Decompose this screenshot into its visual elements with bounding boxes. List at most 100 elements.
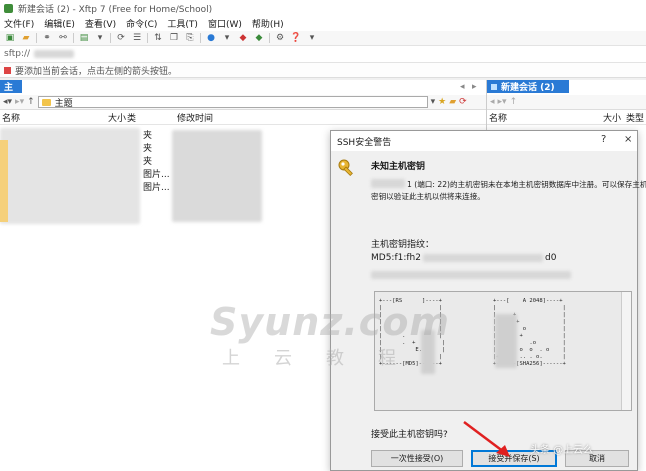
up-icon[interactable]: ↑ <box>27 97 35 107</box>
col-name[interactable]: 名称 <box>2 111 20 124</box>
right-pane-tab[interactable]: 新建会话 (2) <box>487 80 569 93</box>
md5-fingerprint: MD5:f1:fh2 d0 <box>371 253 556 263</box>
right-pane-nav: ◂ ▸▾ ↑ <box>487 95 646 110</box>
dialog-message-line1: 1 (端口: 22)的主机密钥未在本地主机密钥数据库中注册。可以保存主机 <box>407 180 646 189</box>
transfer-icon[interactable]: ▤ <box>78 33 90 44</box>
menu-bar: 文件(F) 编辑(E) 查看(V) 命令(C) 工具(T) 窗口(W) 帮助(H… <box>0 16 646 31</box>
menu-tools[interactable]: 工具(T) <box>167 17 198 30</box>
accept-question: 接受此主机密钥吗? <box>371 430 448 440</box>
menu-command[interactable]: 命令(C) <box>126 17 157 30</box>
disconnect-icon[interactable]: ⚯ <box>57 33 69 44</box>
refresh-icon[interactable]: ⟳ <box>459 97 467 107</box>
chevron-down-icon[interactable]: ▾ <box>221 33 233 44</box>
fingerprint-label: 主机密钥指纹： <box>371 240 435 250</box>
menu-view[interactable]: 查看(V) <box>85 17 116 30</box>
sha-redacted <box>371 271 571 279</box>
toolbar-divider <box>147 33 148 43</box>
refresh-icon[interactable]: ⟳ <box>115 33 127 44</box>
info-bar: 要添加当前会话，点击左侧的箭头按钮。 <box>0 63 646 78</box>
dialog-close-button[interactable]: × <box>624 134 632 145</box>
red-arrow-annotation <box>463 421 510 457</box>
corner-watermark: 头条 @上云么 <box>530 445 594 456</box>
left-pane-nav: ◂▾ ▸▾ ↑ 主题 ▾ ★ ▰ ⟳ <box>0 95 486 110</box>
col-size[interactable]: 大小 <box>603 111 621 124</box>
path-dropdown-icon[interactable]: ▾ <box>431 97 436 107</box>
open-folder-icon[interactable]: ▰ <box>20 33 32 44</box>
md5-prefix: MD5:f1:fh2 <box>371 253 421 263</box>
watermark-subtitle: 上云教程 <box>222 348 430 369</box>
paste-icon[interactable]: ⎘ <box>184 33 196 44</box>
copy-icon[interactable]: ❐ <box>168 33 180 44</box>
right-column-header: 名称 大小 类型 <box>487 111 646 125</box>
tab-scroll-right-icon[interactable]: ▸ <box>472 82 477 92</box>
file-list: 夹 夹 夹 图片... 图片... <box>143 128 173 193</box>
redacted-file-rows <box>0 128 140 224</box>
open-folder-icon[interactable]: ▰ <box>449 97 456 107</box>
xmanager-icon[interactable]: ◆ <box>253 33 265 44</box>
accept-once-button[interactable]: 一次性接受(O) <box>371 450 463 467</box>
window-titlebar: 新建会话 (2) - Xftp 7 (Free for Home/School) <box>0 0 646 16</box>
folder-icon <box>41 98 51 106</box>
art-scrollbar[interactable] <box>621 292 631 410</box>
redacted-modified-column <box>172 130 262 222</box>
xftp-app-icon <box>4 3 13 13</box>
md5-redacted <box>422 254 543 262</box>
list-item-type: 夹 <box>143 131 153 141</box>
new-session-icon[interactable]: ▣ <box>4 33 16 44</box>
address-redacted <box>34 50 75 58</box>
globe-icon[interactable]: ● <box>205 33 217 44</box>
toolbar-divider <box>200 33 201 43</box>
toolbar-divider <box>269 33 270 43</box>
redacted-art-right <box>495 314 517 368</box>
left-pane-tab[interactable]: 主 <box>0 80 22 93</box>
col-type[interactable]: 类型 <box>626 111 644 124</box>
favorite-star-icon[interactable]: ★ <box>438 97 446 107</box>
help-icon[interactable]: ❓ <box>290 33 302 44</box>
menu-edit[interactable]: 编辑(E) <box>44 17 75 30</box>
sync-icon[interactable]: ⇅ <box>152 33 164 44</box>
chevron-down-icon[interactable]: ▾ <box>94 33 106 44</box>
list-item-type: 图片... <box>143 183 170 193</box>
main-toolbar: ▣ ▰ ⚭ ⚯ ▤ ▾ ⟳ ☰ ⇅ ❐ ⎘ ● ▾ ◆ ◆ ⚙ ❓ ▾ <box>0 31 646 46</box>
dialog-title: SSH安全警告 <box>337 137 392 148</box>
right-tab-label: 新建会话 (2) <box>501 83 555 93</box>
forward-icon[interactable]: ▸▾ <box>15 97 24 107</box>
left-path-text: 主题 <box>54 98 73 109</box>
back-icon[interactable]: ◂▾ <box>3 97 12 107</box>
forward-icon[interactable]: ▸▾ <box>498 97 507 107</box>
connect-icon[interactable]: ⚭ <box>41 33 53 44</box>
session-icon <box>491 83 497 90</box>
left-path-box[interactable]: 主题 <box>37 96 428 109</box>
menu-window[interactable]: 窗口(W) <box>208 17 242 30</box>
menu-help[interactable]: 帮助(H) <box>252 17 284 30</box>
watermark-logo-text: Syunz.com <box>210 300 451 344</box>
sha256-fingerprint <box>371 271 571 279</box>
dialog-heading: 未知主机密钥 <box>371 162 426 172</box>
col-type[interactable]: 类 <box>127 111 136 124</box>
address-input[interactable]: sftp:// <box>4 49 30 59</box>
dialog-help-button[interactable]: ? <box>601 134 606 145</box>
col-name[interactable]: 名称 <box>489 111 507 124</box>
bookmark-flag-icon[interactable] <box>4 66 11 74</box>
list-item-type: 夹 <box>143 157 153 167</box>
key-warning-icon <box>338 159 353 177</box>
menu-file[interactable]: 文件(F) <box>4 17 34 30</box>
settings-gear-icon[interactable]: ⚙ <box>274 33 286 44</box>
xshell-icon[interactable]: ◆ <box>237 33 249 44</box>
col-modified[interactable]: 修改时间 <box>177 111 213 124</box>
md5-suffix: d0 <box>544 253 557 263</box>
toolbar-divider <box>73 33 74 43</box>
chevron-down-icon[interactable]: ▾ <box>306 33 318 44</box>
dialog-message-line2: 密钥以验证此主机以供将来连接。 <box>371 192 485 201</box>
queue-icon[interactable]: ☰ <box>131 33 143 44</box>
up-icon[interactable]: ↑ <box>510 97 518 107</box>
selection-strip <box>0 140 8 222</box>
left-column-header: 名称 大小 类 修改时间 <box>0 111 486 125</box>
info-bar-text: 要添加当前会话，点击左侧的箭头按钮。 <box>15 66 178 77</box>
list-item-type: 夹 <box>143 144 153 154</box>
col-size[interactable]: 大小 <box>108 111 126 124</box>
toolbar-divider <box>36 33 37 43</box>
back-icon[interactable]: ◂ <box>490 97 495 107</box>
toolbar-divider <box>110 33 111 43</box>
tab-scroll-left-icon[interactable]: ◂ <box>460 82 465 92</box>
